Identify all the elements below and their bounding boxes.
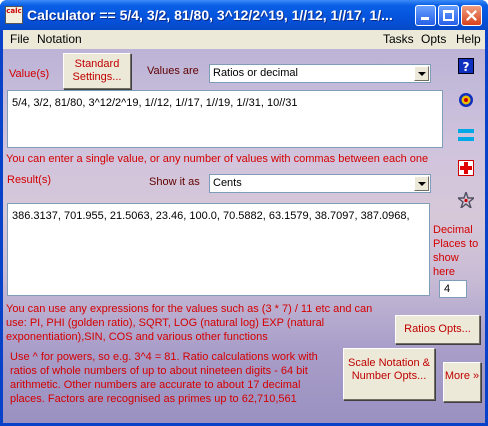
show-it-as-select[interactable]: Cents	[209, 174, 431, 193]
values-are-label: Values are	[147, 65, 199, 77]
values-are-value: Ratios or decimal	[213, 67, 298, 79]
ratios-opts-button[interactable]: Ratios Opts...	[395, 315, 480, 344]
menu-bar: File Notation Tasks Opts Help	[3, 30, 485, 49]
menu-opts[interactable]: Opts	[421, 32, 446, 46]
standard-settings-button[interactable]: Standard Settings...	[63, 53, 131, 89]
maximize-button[interactable]	[438, 5, 459, 26]
scale-notation-button[interactable]: Scale Notation & Number Opts...	[343, 348, 435, 400]
menu-file[interactable]: File	[10, 32, 29, 46]
equals-icon[interactable]	[458, 127, 474, 143]
title-bar[interactable]: calc Calculator == 5/4, 3/2, 81/80, 3^12…	[0, 0, 488, 30]
values-input[interactable]: 5/4, 3/2, 81/80, 3^12/2^19, 1//12, 1//17…	[7, 90, 443, 148]
results-output[interactable]: 386.3137, 701.955, 21.5063, 23.46, 100.0…	[7, 203, 430, 296]
menu-help[interactable]: Help	[456, 32, 481, 46]
powers-help: Use ^ for powers, so e.g. 3^4 = 81. Rati…	[10, 351, 318, 405]
star-icon[interactable]	[458, 192, 474, 208]
expressions-help: You can use any expressions for the valu…	[6, 303, 373, 343]
decimal-places-label: Decimal Places to show here	[433, 224, 479, 278]
close-icon	[466, 10, 477, 21]
help-icon[interactable]: ?	[458, 58, 474, 74]
window-title: Calculator == 5/4, 3/2, 81/80, 3^12/2^19…	[27, 7, 393, 23]
maximize-icon	[443, 10, 454, 21]
minimize-button[interactable]	[415, 5, 436, 26]
show-it-as-value: Cents	[213, 177, 242, 189]
values-label: Value(s)	[9, 68, 50, 80]
more-button[interactable]: More »	[443, 362, 481, 402]
results-label: Result(s)	[7, 174, 52, 186]
minimize-icon	[421, 17, 429, 20]
values-are-select[interactable]: Ratios or decimal	[209, 64, 431, 83]
show-it-as-label: Show it as	[149, 176, 200, 188]
target-icon[interactable]	[458, 92, 474, 108]
menu-tasks[interactable]: Tasks	[383, 32, 414, 46]
decimal-places-input[interactable]: 4	[439, 280, 467, 298]
input-hint: You can enter a single value, or any num…	[6, 153, 429, 165]
close-button[interactable]	[461, 5, 482, 26]
svg-text:?: ?	[463, 60, 470, 74]
chevron-down-icon[interactable]	[414, 176, 429, 191]
client-area: Value(s) Standard Settings... Values are…	[3, 49, 485, 423]
chevron-down-icon[interactable]	[414, 66, 429, 81]
plus-icon[interactable]	[458, 160, 474, 176]
app-icon[interactable]: calc	[5, 6, 23, 24]
menu-notation[interactable]: Notation	[37, 32, 82, 46]
calculator-window: calc Calculator == 5/4, 3/2, 81/80, 3^12…	[0, 0, 488, 426]
